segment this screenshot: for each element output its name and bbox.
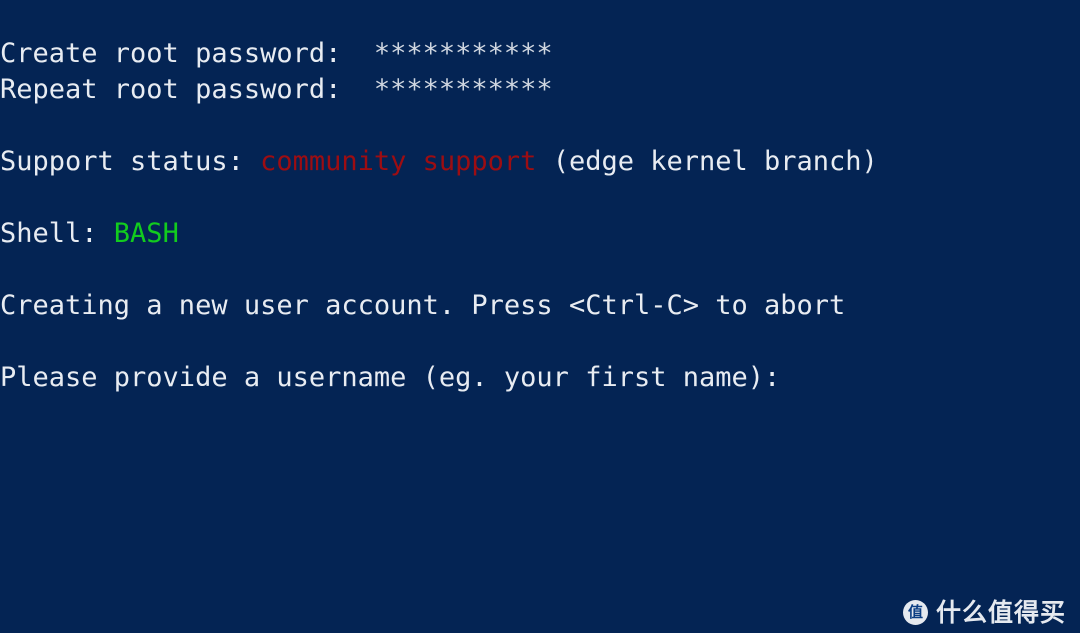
console-line-creating-user-account: Creating a new user account. Press <Ctrl… bbox=[0, 288, 1080, 324]
watermark-label: 什么值得买 bbox=[935, 598, 1066, 627]
console-text-segment: Creating a new user account. Press <Ctrl… bbox=[0, 290, 846, 321]
console-line-blank-2 bbox=[0, 180, 1080, 216]
console-output: Create root password: *********** Repeat … bbox=[0, 36, 1080, 396]
console-text-segment: community support bbox=[260, 146, 537, 177]
console-text-segment: Repeat root password: bbox=[0, 74, 374, 105]
console-text-segment: (edge kernel branch) bbox=[536, 146, 878, 177]
console-text-segment: *********** bbox=[373, 38, 553, 69]
console-line-blank-4 bbox=[0, 324, 1080, 360]
watermark: 值 什么值得买 bbox=[902, 598, 1066, 627]
console-line-blank-3 bbox=[0, 252, 1080, 288]
console-line-repeat-root-password: Repeat root password: *********** bbox=[0, 72, 1080, 108]
console-text-segment: BASH bbox=[113, 218, 179, 249]
console-text-segment: Shell: bbox=[0, 218, 114, 249]
console-text-segment bbox=[0, 326, 16, 357]
console-text-segment: Please provide a username (eg. your firs… bbox=[0, 362, 781, 393]
console-line-username-prompt: Please provide a username (eg. your firs… bbox=[0, 360, 1080, 396]
smzdm-logo-icon: 值 bbox=[902, 600, 928, 625]
console-text-segment bbox=[0, 110, 16, 141]
console-text-segment: Support status: bbox=[0, 146, 261, 177]
console-line-create-root-password: Create root password: *********** bbox=[0, 36, 1080, 72]
console-text-segment bbox=[0, 254, 16, 285]
console-text-segment bbox=[0, 182, 16, 213]
terminal-screen: Create root password: *********** Repeat … bbox=[0, 0, 1080, 633]
console-line-blank-1 bbox=[0, 108, 1080, 144]
console-line-support-status: Support status: community support (edge … bbox=[0, 144, 1080, 180]
console-text-segment: *********** bbox=[373, 74, 553, 105]
console-line-shell: Shell: BASH bbox=[0, 216, 1080, 252]
console-text-segment: Create root password: bbox=[0, 38, 374, 69]
